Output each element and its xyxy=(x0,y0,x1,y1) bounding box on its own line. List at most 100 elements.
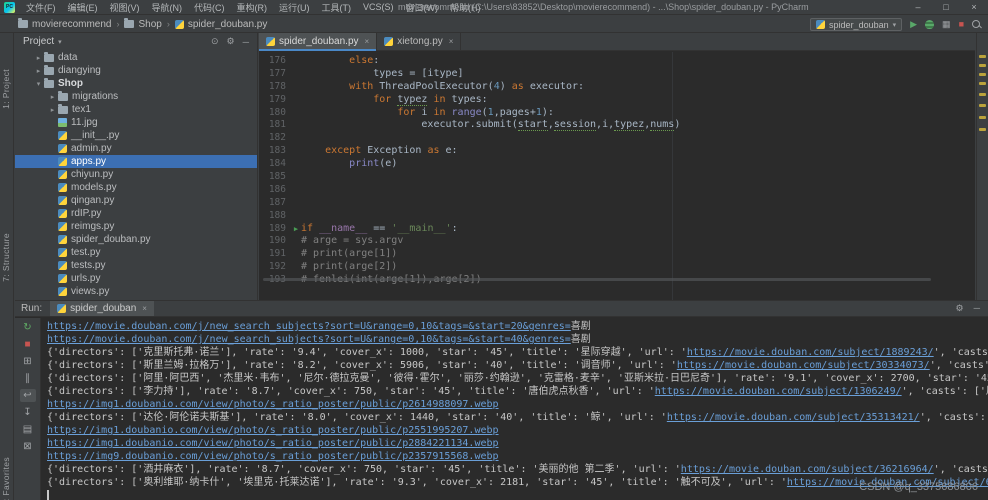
inspection-mark[interactable] xyxy=(979,73,986,76)
close-button[interactable]: × xyxy=(960,0,988,15)
code-line-189: 189▶if __name__ == '__main__': xyxy=(259,223,975,236)
menu-导航(N)[interactable]: 导航(N) xyxy=(146,0,189,14)
expand-arrow-icon[interactable]: ▸ xyxy=(47,93,58,101)
console-link[interactable]: https://movie.douban.com/subject/3033407… xyxy=(677,360,930,371)
restore-layout-button[interactable]: ⊞ xyxy=(20,355,36,368)
editor-tab-spider_douban.py[interactable]: spider_douban.py× xyxy=(259,33,377,50)
inspection-mark[interactable] xyxy=(979,55,986,58)
tree-item-label: models.py xyxy=(71,182,117,193)
tree-item-apps.py[interactable]: apps.py xyxy=(15,155,257,168)
expand-arrow-icon[interactable]: ▸ xyxy=(33,67,44,75)
print-button[interactable]: ▤ xyxy=(20,423,36,436)
tree-item-rdIP.py[interactable]: rdIP.py xyxy=(15,207,257,220)
python-file-icon xyxy=(58,274,67,283)
run-gutter-icon[interactable]: ▶ xyxy=(294,225,298,233)
hide-panel-icon[interactable]: ─ xyxy=(241,37,251,47)
tree-item-spider_douban.py[interactable]: spider_douban.py xyxy=(15,233,257,246)
tree-item-11.jpg[interactable]: 11.jpg xyxy=(15,116,257,129)
settings-gear-icon[interactable]: ⚙ xyxy=(956,303,964,314)
console-line: https://img1.doubanio.com/view/photo/s_r… xyxy=(47,424,988,437)
console-link[interactable]: https://img1.doubanio.com/view/photo/s_r… xyxy=(47,399,499,410)
breadcrumb-Shop[interactable]: Shop xyxy=(124,19,161,30)
tree-item-diangying[interactable]: ▸diangying xyxy=(15,64,257,77)
breadcrumb-movierecommend[interactable]: movierecommend xyxy=(18,19,111,30)
tool-button-project[interactable]: 1: Project xyxy=(1,69,11,109)
close-tab-icon[interactable]: × xyxy=(365,37,370,46)
pause-output-button[interactable]: ∥ xyxy=(20,372,36,385)
search-everywhere-icon[interactable] xyxy=(972,20,982,30)
run-button[interactable]: ▶ xyxy=(910,16,917,33)
close-tab-icon[interactable]: × xyxy=(142,304,147,313)
tree-item-test.py[interactable]: test.py xyxy=(15,246,257,259)
menu-编辑(E)[interactable]: 编辑(E) xyxy=(62,0,104,14)
inspection-mark[interactable] xyxy=(979,82,986,85)
hide-panel-icon[interactable]: ─ xyxy=(974,303,980,314)
tree-item-reimgs.py[interactable]: reimgs.py xyxy=(15,220,257,233)
tree-item-tex1[interactable]: ▸tex1 xyxy=(15,103,257,116)
expand-arrow-icon[interactable]: ▾ xyxy=(33,80,44,88)
tree-item-migrations[interactable]: ▸migrations xyxy=(15,90,257,103)
tree-item-urls.py[interactable]: urls.py xyxy=(15,272,257,285)
coverage-button[interactable]: ▦ xyxy=(942,16,951,33)
console-link[interactable]: https://img1.doubanio.com/view/photo/s_r… xyxy=(47,438,499,449)
console-link[interactable]: https://movie.douban.com/subject/1889243… xyxy=(687,347,934,358)
close-tab-icon[interactable]: × xyxy=(449,37,454,46)
tool-button-structure[interactable]: 7: Structure xyxy=(1,233,11,282)
maximize-button[interactable]: □ xyxy=(932,0,960,15)
tree-item-chiyun.py[interactable]: chiyun.py xyxy=(15,168,257,181)
inspection-mark[interactable] xyxy=(979,93,986,96)
stop-button[interactable]: ■ xyxy=(20,338,36,351)
tree-item-admin.py[interactable]: admin.py xyxy=(15,142,257,155)
console-link[interactable]: https://movie.douban.com/j/new_search_su… xyxy=(47,321,571,332)
gear-icon[interactable]: ⚙ xyxy=(225,36,237,47)
breadcrumb-spider_douban.py[interactable]: spider_douban.py xyxy=(175,19,268,30)
console-link[interactable]: https://img1.doubanio.com/view/photo/s_r… xyxy=(47,425,499,436)
run-tab[interactable]: spider_douban × xyxy=(50,301,154,316)
tree-item-label: data xyxy=(58,52,77,63)
console-link[interactable]: https://movie.douban.com/subject/3621696… xyxy=(681,464,934,475)
menu-VCS(S)[interactable]: VCS(S) xyxy=(357,0,400,14)
locate-icon[interactable]: ⊙ xyxy=(209,36,221,47)
expand-arrow-icon[interactable]: ▸ xyxy=(47,106,58,114)
tool-button-favorites[interactable]: 2: Favorites xyxy=(1,457,11,500)
minimize-button[interactable]: – xyxy=(904,0,932,15)
tree-item-models.py[interactable]: models.py xyxy=(15,181,257,194)
console-output[interactable]: https://movie.douban.com/j/new_search_su… xyxy=(42,318,988,500)
menu-代码(C)[interactable]: 代码(C) xyxy=(188,0,231,14)
run-config-selector[interactable]: spider_douban ▾ xyxy=(810,18,902,31)
inspection-mark[interactable] xyxy=(979,64,986,67)
soft-wrap-button[interactable]: ↩ xyxy=(20,389,36,402)
python-file-icon xyxy=(58,235,67,244)
line-number: 188 xyxy=(259,210,291,223)
horizontal-scrollbar[interactable] xyxy=(263,278,931,281)
tree-item-data[interactable]: ▸ data xyxy=(15,51,257,64)
python-file-icon xyxy=(58,196,67,205)
inspection-mark[interactable] xyxy=(979,116,986,119)
expand-arrow-icon[interactable]: ▸ xyxy=(33,54,44,62)
tree-item-tests.py[interactable]: tests.py xyxy=(15,259,257,272)
tree-item-qingan.py[interactable]: qingan.py xyxy=(15,194,257,207)
rerun-button[interactable]: ↻ xyxy=(20,321,36,334)
project-panel-header[interactable]: Project ▾ ⊙ ⚙ ─ xyxy=(15,33,257,50)
menu-视图(V)[interactable]: 视图(V) xyxy=(104,0,146,14)
editor-tab-xietong.py[interactable]: xietong.py× xyxy=(377,33,461,50)
inspection-mark[interactable] xyxy=(979,104,986,107)
inspection-mark[interactable] xyxy=(979,128,986,131)
console-link[interactable]: https://movie.douban.com/j/new_search_su… xyxy=(47,334,571,345)
console-link[interactable]: https://img9.doubanio.com/view/photo/s_r… xyxy=(47,451,499,462)
tree-item-Shop[interactable]: ▾Shop xyxy=(15,77,257,90)
tree-item-__init__.py[interactable]: __init__.py xyxy=(15,129,257,142)
menu-运行(U)[interactable]: 运行(U) xyxy=(273,0,316,14)
debug-button[interactable] xyxy=(925,20,934,29)
code-editor[interactable]: 176 else:177 types = [itype]178 with Thr… xyxy=(259,52,975,300)
stop-button[interactable]: ■ xyxy=(959,16,964,33)
console-link[interactable]: https://movie.douban.com/subject/3531342… xyxy=(667,412,920,423)
menu-文件(F)[interactable]: 文件(F) xyxy=(20,0,62,14)
menu-重构(R)[interactable]: 重构(R) xyxy=(231,0,274,14)
tree-item-views.py[interactable]: views.py xyxy=(15,285,257,298)
menu-工具(T)[interactable]: 工具(T) xyxy=(316,0,358,14)
console-link[interactable]: https://movie.douban.com/subject/1306249… xyxy=(655,386,902,397)
clear-all-button[interactable]: ⊠ xyxy=(20,440,36,453)
scroll-to-end-button[interactable]: ↧ xyxy=(20,406,36,419)
console-text: {'directors': ['阿里·阿巴西', '杰里米·韦布', '尼尔·德… xyxy=(47,373,988,384)
